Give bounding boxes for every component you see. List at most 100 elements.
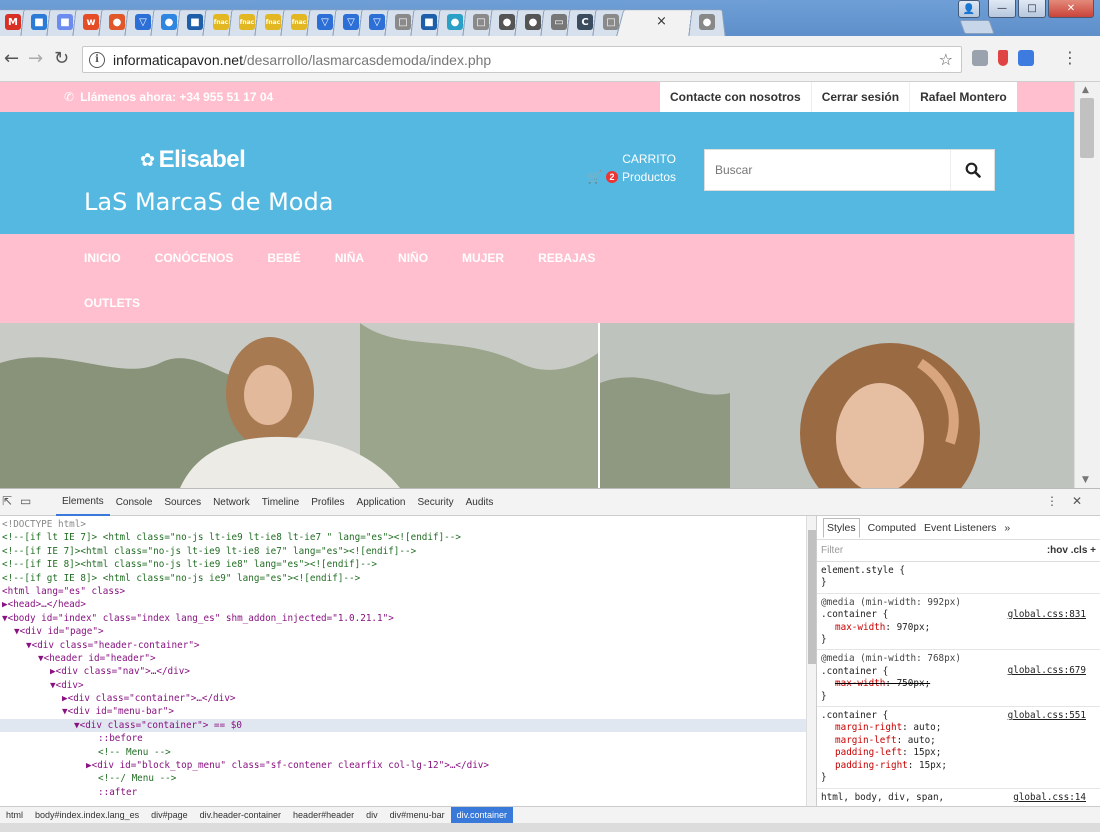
menu-item[interactable]: OUTLETS <box>84 296 140 310</box>
menu-item[interactable]: NIÑO <box>398 251 428 265</box>
cart-summary[interactable]: CARRITO 🛒 2 Productos <box>582 152 676 184</box>
breadcrumb-item[interactable]: header#header <box>287 807 360 824</box>
menu-item[interactable]: BEBÉ <box>267 251 300 265</box>
breadcrumb-item[interactable]: div#page <box>145 807 194 824</box>
css-source-link[interactable]: global.css:551 <box>1008 710 1086 722</box>
dom-node[interactable]: ▶<div class="container">…</div> <box>0 692 806 705</box>
dom-node[interactable]: ▶<head>…</head> <box>0 598 806 611</box>
dom-node[interactable]: ▶<div class="nav">…</div> <box>0 665 806 678</box>
back-arrow-icon[interactable]: ← <box>4 48 19 69</box>
device-toolbar-icon[interactable]: ▭ <box>20 494 31 508</box>
devtools-close-icon[interactable]: ✕ <box>1072 494 1082 508</box>
dom-node[interactable]: ▼<header id="header"> <box>0 652 806 665</box>
dom-node[interactable]: ▼<body id="index" class="index lang_es" … <box>0 612 806 625</box>
menu-item[interactable]: INICIO <box>84 251 121 265</box>
styles-filter-input[interactable]: Filter <box>821 545 843 556</box>
breadcrumb-item[interactable]: div.container <box>450 806 514 824</box>
breadcrumb-item[interactable]: body#index.index.lang_es <box>29 807 145 824</box>
devtools-menu-icon[interactable]: ⋮ <box>1046 494 1058 508</box>
css-rule[interactable]: element.style {} <box>817 562 1100 594</box>
dom-node[interactable]: <!--[if IE 8]><html class="no-js lt-ie9 … <box>0 558 806 571</box>
breadcrumb-item[interactable]: div <box>360 807 384 824</box>
dom-node[interactable]: ▶<div id="block_top_menu" class="sf-cont… <box>0 759 806 772</box>
active-tab[interactable]: × <box>615 4 703 36</box>
styles-subtab[interactable]: Styles <box>823 517 860 538</box>
css-source-link[interactable]: global.css:831 <box>1008 609 1086 621</box>
devtools-tab[interactable]: Timeline <box>256 489 305 516</box>
styles-subtab[interactable]: » <box>1004 522 1010 534</box>
dom-node[interactable]: ::after <box>0 786 806 799</box>
maximize-button[interactable]: □ <box>1018 0 1046 18</box>
breadcrumb-item[interactable]: div.header-container <box>194 807 287 824</box>
browser-tab[interactable]: ● <box>688 4 726 36</box>
css-source-link[interactable]: global.css:679 <box>1008 665 1086 677</box>
logout-link[interactable]: Cerrar sesión <box>810 82 909 112</box>
page-scrollbar[interactable]: ▲ ▼ <box>1074 82 1100 488</box>
extension-blue-icon[interactable] <box>1018 50 1034 66</box>
css-rule[interactable]: @media (min-width: 992px) .container {glo… <box>817 594 1100 651</box>
devtools-tab[interactable]: Console <box>110 489 159 516</box>
dom-node[interactable]: ::before <box>0 732 806 745</box>
styles-subtab[interactable]: Event Listeners <box>924 522 996 534</box>
dom-node[interactable]: <!--[if gt IE 8]> <html class="no-js ie9… <box>0 572 806 585</box>
css-rule[interactable]: .container {global.css:551 margin-right: … <box>817 707 1100 789</box>
dom-node[interactable]: <!--[if lt IE 7]> <html class="no-js lt-… <box>0 531 806 544</box>
tab-close-icon[interactable]: × <box>656 14 667 29</box>
minimize-button[interactable]: — <box>988 0 1016 18</box>
elements-tree[interactable]: <!DOCTYPE html> <!--[if lt IE 7]> <html c… <box>0 516 806 806</box>
reload-icon[interactable]: ↻ <box>54 48 69 69</box>
css-source-link[interactable]: global.css:14 <box>1013 792 1086 804</box>
css-property[interactable]: max-width: 750px; <box>821 678 1096 690</box>
scroll-up-icon[interactable]: ▲ <box>1082 85 1089 95</box>
devtools-tab[interactable]: Security <box>411 489 459 516</box>
browser-menu-icon[interactable]: ⋮ <box>1062 48 1078 67</box>
forward-arrow-icon[interactable]: → <box>28 48 43 69</box>
css-property[interactable]: margin-left: auto; <box>821 735 1096 747</box>
user-profile-icon[interactable]: 👤 <box>958 0 980 18</box>
devtools-tab[interactable]: Audits <box>460 489 500 516</box>
account-link[interactable]: Rafael Montero <box>909 82 1017 112</box>
devtools-tab[interactable]: Profiles <box>305 489 350 516</box>
devtools-tab[interactable]: Elements <box>56 489 110 516</box>
dom-node[interactable]: <html lang="es" class> <box>0 585 806 598</box>
scroll-down-icon[interactable]: ▼ <box>1082 475 1089 485</box>
search-button[interactable] <box>950 150 994 190</box>
search-input[interactable] <box>705 150 951 190</box>
bookmark-star-icon[interactable]: ☆ <box>939 50 953 69</box>
dom-node[interactable]: ▼<div> <box>0 679 806 692</box>
styles-filter-buttons[interactable]: :hov .cls + <box>1047 545 1096 556</box>
menu-item[interactable]: CONÓCENOS <box>155 251 234 265</box>
menu-item[interactable]: REBAJAS <box>538 251 595 265</box>
site-logo[interactable]: ✿ Elisabel <box>140 146 246 174</box>
extension-gray-icon[interactable] <box>972 50 988 66</box>
css-property[interactable]: padding-right: 15px; <box>821 760 1096 772</box>
elements-scrollbar[interactable] <box>806 516 816 806</box>
new-tab-button[interactable] <box>959 20 995 34</box>
dom-node-selected[interactable]: ▼<div class="container"> == $0 <box>0 718 806 733</box>
css-property[interactable]: padding-left: 15px; <box>821 747 1096 759</box>
css-rule[interactable]: @media (min-width: 768px) .container {glo… <box>817 650 1100 708</box>
close-window-button[interactable]: ✕ <box>1048 0 1094 18</box>
inspect-element-icon[interactable]: ⇱ <box>2 494 12 508</box>
extension-evernote-icon[interactable] <box>998 50 1008 66</box>
styles-subtab[interactable]: Computed <box>868 522 916 534</box>
dom-node[interactable]: <!DOCTYPE html> <box>0 518 806 531</box>
dom-node[interactable]: <!--[if IE 7]><html class="no-js lt-ie9 … <box>0 545 806 558</box>
dom-node[interactable]: ▼<div id="page"> <box>0 625 806 638</box>
css-property[interactable]: margin-right: auto; <box>821 722 1096 734</box>
dom-node[interactable]: <!-- Menu --> <box>0 746 806 759</box>
dom-node[interactable]: ▼<div class="header-container"> <box>0 639 806 652</box>
css-property[interactable]: max-width: 970px; <box>821 622 1096 634</box>
page-scroll-thumb[interactable] <box>1080 98 1094 158</box>
css-rule[interactable]: html, body, div, span, global.css:14 <box>817 789 1100 807</box>
dom-node[interactable]: <!--/ Menu --> <box>0 772 806 785</box>
hero-banner[interactable] <box>0 323 1074 488</box>
info-icon[interactable]: i <box>89 51 105 68</box>
devtools-tab[interactable]: Network <box>207 489 256 516</box>
breadcrumb-item[interactable]: div#menu-bar <box>384 807 451 824</box>
breadcrumb-item[interactable]: html <box>0 807 29 824</box>
elements-scroll-thumb[interactable] <box>808 530 816 664</box>
devtools-tab[interactable]: Application <box>351 489 412 516</box>
dom-node[interactable]: ▼<div id="menu-bar"> <box>0 705 806 718</box>
contact-link[interactable]: Contacte con nosotros <box>660 82 811 112</box>
